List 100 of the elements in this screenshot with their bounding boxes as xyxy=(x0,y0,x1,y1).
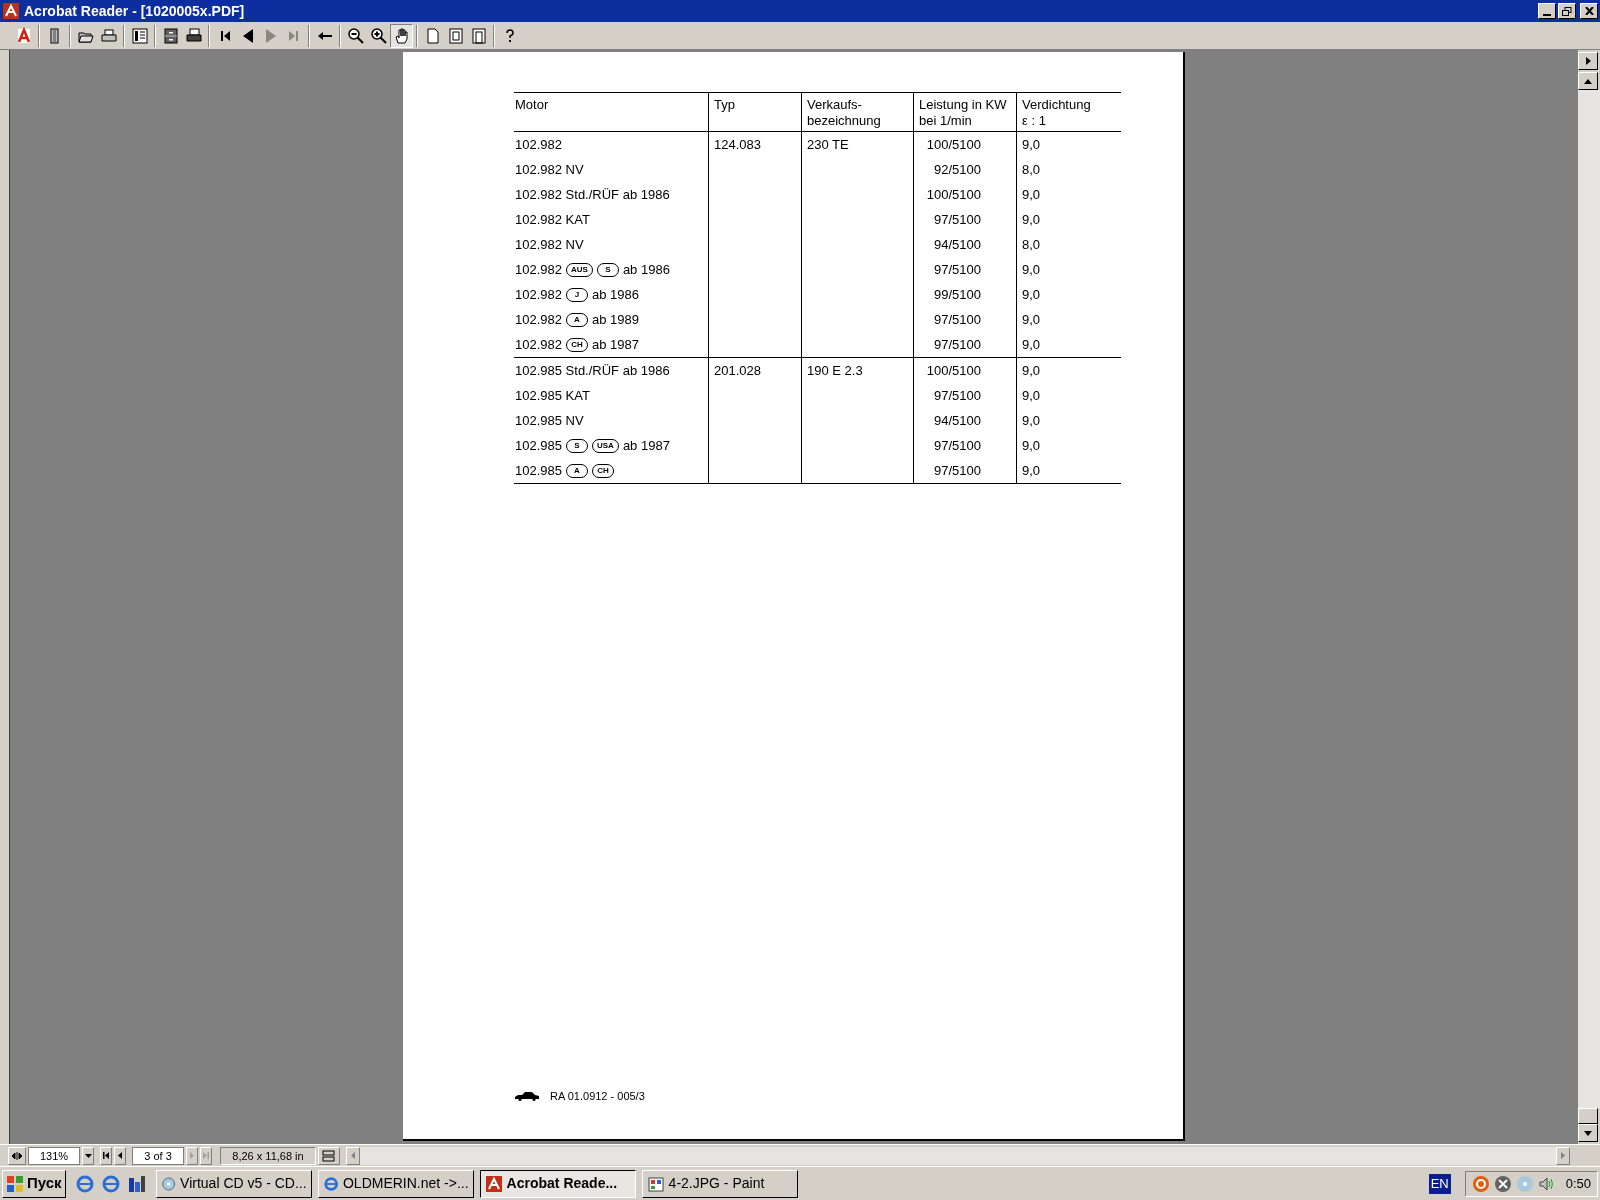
footer-text: RA 01.0912 - 005/3 xyxy=(550,1089,645,1104)
printer-icon xyxy=(184,26,203,45)
taskbar-button[interactable]: 4-2.JPG - Paint xyxy=(641,1169,798,1198)
last-page-icon xyxy=(203,1152,209,1159)
scroll-right-button[interactable] xyxy=(1578,52,1598,70)
compression-cell-text: 9,0 xyxy=(1022,136,1042,154)
column-header: Motor xyxy=(515,97,550,113)
power-cell: 97/5100 xyxy=(934,388,981,403)
engine-code-text: 102.982 xyxy=(515,135,562,154)
restore-button[interactable] xyxy=(1558,3,1576,19)
tray-app-icon[interactable] xyxy=(1471,1174,1490,1193)
column-header: Leistung in KW bei 1/min xyxy=(919,97,1008,129)
power-cell: 99/5100 xyxy=(934,287,981,302)
engine-code-text: 102.982 KAT xyxy=(515,210,590,229)
last-page-button[interactable] xyxy=(200,1146,212,1165)
clock: 0:50 xyxy=(1565,1174,1591,1193)
compression-cell-text: 9,0 xyxy=(1022,311,1042,329)
scroll-left-icon xyxy=(351,1152,355,1159)
page-layout-button[interactable] xyxy=(318,1146,340,1165)
engine-code-text: 102.982 NV xyxy=(515,235,584,254)
car-icon xyxy=(514,1091,540,1102)
printer-icon xyxy=(99,26,118,45)
next-page-button[interactable] xyxy=(186,1146,198,1165)
windows-logo-icon xyxy=(6,1174,24,1193)
compression-cell-text: 9,0 xyxy=(1022,211,1042,229)
tray-app-icon[interactable] xyxy=(1493,1174,1512,1193)
zoom-field[interactable]: 131% xyxy=(28,1146,80,1165)
engine-code-text: 102.985 xyxy=(515,461,562,480)
engine-code-text: 102.982 Std./RÜF ab 1986 xyxy=(515,185,670,204)
page-icon xyxy=(446,26,465,45)
power-cell: 100/5100 xyxy=(926,187,981,202)
document-list-icon xyxy=(130,26,149,45)
power-cell: 97/5100 xyxy=(934,463,981,478)
engine-code-text: 102.985 Std./RÜF ab 1986 xyxy=(515,361,670,380)
hand-button[interactable] xyxy=(390,23,413,48)
horizontal-scrollbar[interactable] xyxy=(346,1146,1570,1165)
engine-code-text: 102.985 xyxy=(515,436,562,455)
taskbar-button[interactable]: Acrobat Reade... xyxy=(479,1169,636,1198)
power-cell: 97/5100 xyxy=(934,312,981,327)
engine-code-text: ab 1986 xyxy=(622,260,670,279)
model-name-cell-text: 230 TE xyxy=(807,136,850,154)
engine-code-text: 102.985 NV xyxy=(515,411,584,430)
start-button[interactable]: Пуск xyxy=(2,1169,66,1198)
bar-graph-icon[interactable] xyxy=(127,1174,146,1193)
close-icon xyxy=(1584,7,1594,15)
scroll-up-button[interactable] xyxy=(1578,72,1598,90)
split-toggle-button[interactable] xyxy=(8,1146,26,1165)
engine-code-text: 102.982 xyxy=(515,335,562,354)
file-cabinet-icon xyxy=(161,26,180,45)
zoom-dropdown-icon xyxy=(84,1153,92,1158)
next-page-icon xyxy=(190,1152,194,1159)
scroll-down-button[interactable] xyxy=(1578,1124,1598,1142)
compression-cell-text: 9,0 xyxy=(1022,286,1042,304)
zoom-in-icon xyxy=(369,26,388,45)
paint-icon xyxy=(646,1174,665,1193)
previous-page-button[interactable] xyxy=(114,1146,126,1165)
restore-icon xyxy=(1562,6,1572,16)
compression-cell-text: 8,0 xyxy=(1022,236,1042,254)
type-cell-text: 201.028 xyxy=(714,362,762,380)
page-number-field[interactable]: 3 of 3 xyxy=(132,1146,184,1165)
compression-cell-text: 9,0 xyxy=(1022,261,1042,279)
type-cell-text: 124.083 xyxy=(714,136,762,154)
power-cell: 92/5100 xyxy=(934,162,981,177)
minimize-button[interactable] xyxy=(1538,3,1556,19)
zoom-dropdown-button[interactable] xyxy=(82,1146,94,1165)
compression-cell-text: 9,0 xyxy=(1022,336,1042,354)
scroll-right-icon xyxy=(1585,57,1591,65)
zoom-out-icon xyxy=(346,26,365,45)
engine-code-text: 102.982 xyxy=(515,260,562,279)
vertical-scrollbar[interactable] xyxy=(1578,50,1600,1144)
taskbar-button[interactable]: OLDMERIN.net ->... xyxy=(317,1169,474,1198)
browser-icon xyxy=(322,1174,339,1193)
scroll-thumb[interactable] xyxy=(1578,1108,1598,1124)
compression-cell-text: 9,0 xyxy=(1022,462,1042,480)
power-cell: 100/5100 xyxy=(926,137,981,152)
page-size-label: 8,26 x 11,68 in xyxy=(220,1146,316,1165)
first-page-button[interactable] xyxy=(100,1146,112,1165)
power-cell: 97/5100 xyxy=(934,438,981,453)
close-button[interactable] xyxy=(1580,3,1598,19)
engine-code-text: 102.985 KAT xyxy=(515,386,590,405)
hand-icon xyxy=(392,26,411,45)
compression-cell-text: 8,0 xyxy=(1022,161,1042,179)
language-indicator[interactable]: EN xyxy=(1428,1173,1451,1194)
engine-code-text: 102.982 xyxy=(515,285,562,304)
split-toggle-icon xyxy=(12,1151,22,1160)
browser-icon[interactable] xyxy=(75,1174,94,1193)
compression-cell-text: 9,0 xyxy=(1022,387,1042,405)
column-header: Verkaufs- bezeichnung xyxy=(807,97,882,129)
compression-cell-text: 9,0 xyxy=(1022,362,1042,380)
scroll-left-button[interactable] xyxy=(346,1146,360,1165)
disc-icon xyxy=(160,1174,177,1193)
compression-cell-text: 9,0 xyxy=(1022,186,1042,204)
taskbar-button[interactable]: Virtual CD v5 - CD... xyxy=(155,1169,312,1198)
column-header: Verdichtung ε : 1 xyxy=(1022,97,1092,129)
power-cell: 94/5100 xyxy=(934,413,981,428)
page-layout-icon xyxy=(322,1149,336,1162)
browser-icon[interactable] xyxy=(101,1174,120,1193)
compression-cell-text: 9,0 xyxy=(1022,437,1042,455)
previous-page-icon xyxy=(118,1152,122,1159)
engine-code-text: ab 1986 xyxy=(592,285,639,304)
